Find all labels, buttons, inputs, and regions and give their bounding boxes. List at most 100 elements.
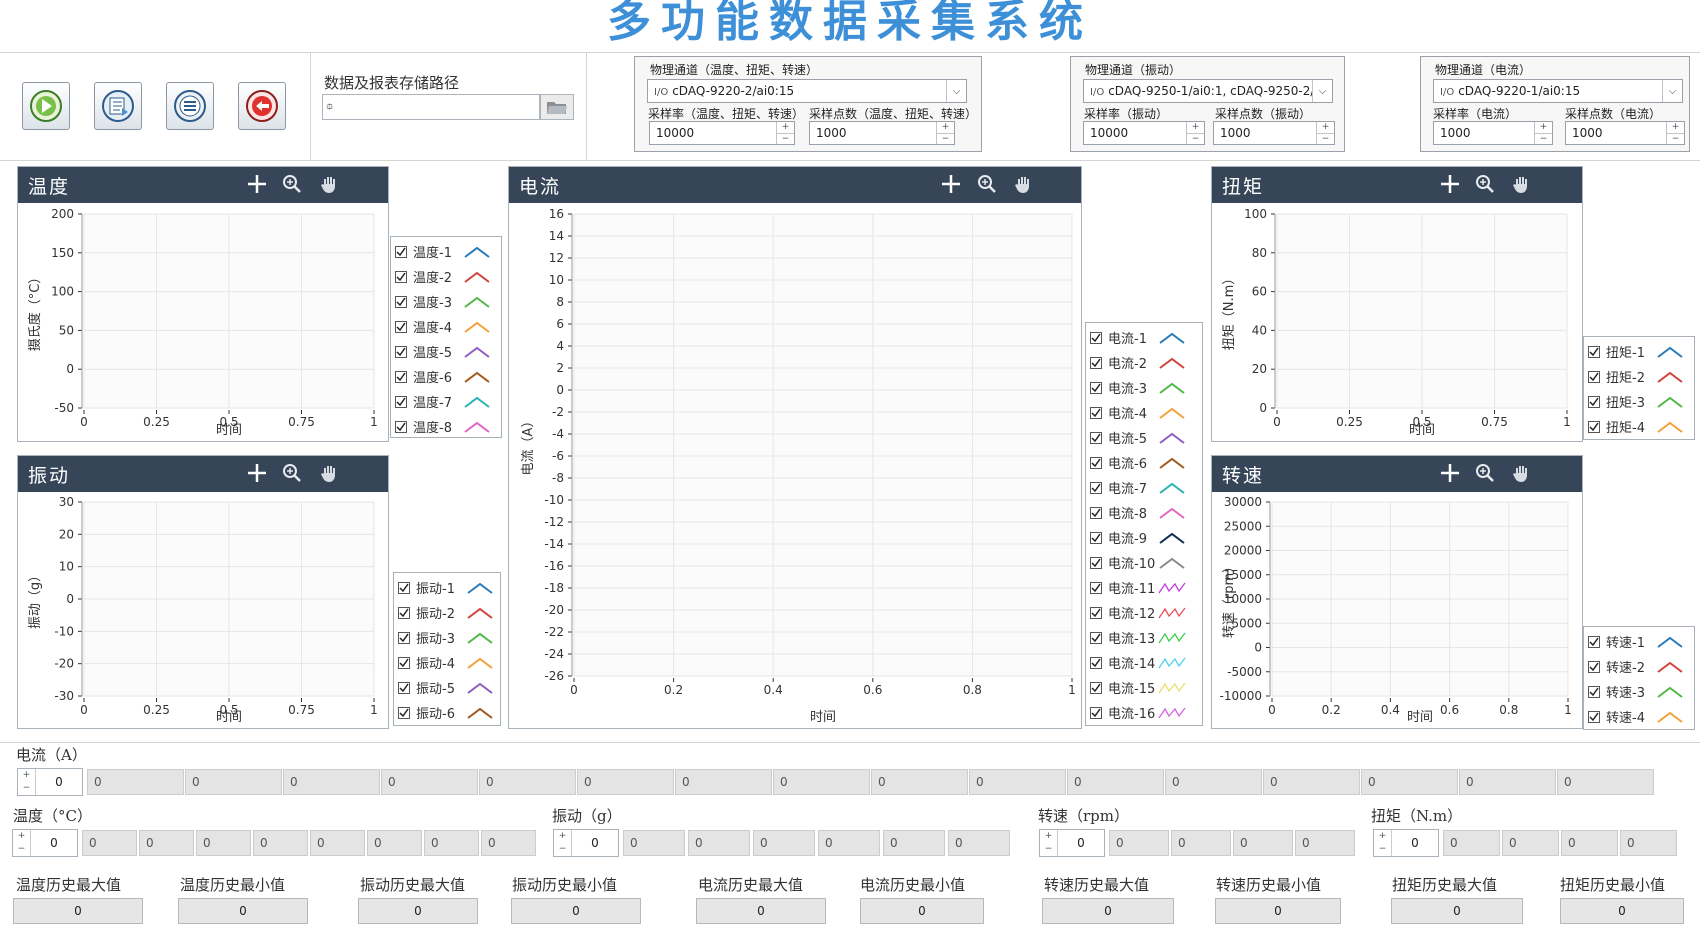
legend-item[interactable]: 温度-3 <box>391 289 501 314</box>
plot-vib[interactable]: 3020100-10-20-300 0.25 0.5 0.75 1时间振动（g） <box>17 455 389 729</box>
list-button[interactable] <box>166 82 214 130</box>
legend-item[interactable]: 扭矩-1 <box>1584 339 1694 364</box>
points-input[interactable]: 1000 + − <box>809 121 955 145</box>
rate-input[interactable]: 10000 + − <box>1083 121 1205 145</box>
legend-item[interactable]: 振动-6 <box>394 700 500 725</box>
checkbox[interactable] <box>1090 456 1102 469</box>
checkbox[interactable] <box>398 631 410 644</box>
plot-cur[interactable]: 1614121086420-2-4-6-8-10-12-14-16-18-20-… <box>508 166 1082 729</box>
checkbox[interactable] <box>398 606 410 619</box>
checkbox[interactable] <box>1090 556 1102 569</box>
channel-select[interactable]: I/O cDAQ-9250-1/ai0:1, cDAQ-9250-2/ ⌵ <box>1083 79 1333 103</box>
decrement-button[interactable]: − <box>1667 132 1684 145</box>
checkbox[interactable] <box>1090 631 1102 644</box>
legend-item[interactable]: 电流-9 <box>1086 525 1202 550</box>
decrement-button[interactable]: − <box>1374 843 1391 856</box>
decrement-button[interactable]: − <box>1187 132 1204 145</box>
legend-item[interactable]: 振动-1 <box>394 575 500 600</box>
array-index[interactable]: + − 0 <box>1039 829 1105 857</box>
checkbox[interactable] <box>1588 710 1600 723</box>
decrement-button[interactable]: − <box>1535 132 1552 145</box>
checkbox[interactable] <box>1090 531 1102 544</box>
legend-item[interactable]: 电流-5 <box>1086 425 1202 450</box>
checkbox[interactable] <box>395 420 407 433</box>
checkbox[interactable] <box>395 270 407 283</box>
array-index[interactable]: + − 0 <box>553 829 619 857</box>
decrement-button[interactable]: − <box>777 132 794 145</box>
increment-button[interactable]: + <box>554 830 571 843</box>
storage-path-input[interactable]: ⯐ <box>322 94 540 120</box>
increment-button[interactable]: + <box>18 769 35 782</box>
legend-item[interactable]: 振动-5 <box>394 675 500 700</box>
legend-item[interactable]: 温度-7 <box>391 389 501 414</box>
channel-select[interactable]: I/O cDAQ-9220-1/ai0:15 ⌵ <box>1433 79 1683 103</box>
checkbox[interactable] <box>1090 506 1102 519</box>
decrement-button[interactable]: − <box>937 132 954 145</box>
decrement-button[interactable]: − <box>1040 843 1057 856</box>
browse-button[interactable] <box>540 94 574 120</box>
checkbox[interactable] <box>395 295 407 308</box>
legend-item[interactable]: 电流-1 <box>1086 325 1202 350</box>
increment-button[interactable]: + <box>1187 122 1204 133</box>
checkbox[interactable] <box>395 345 407 358</box>
legend-item[interactable]: 电流-3 <box>1086 375 1202 400</box>
points-input[interactable]: 1000 + − <box>1213 121 1335 145</box>
legend-item[interactable]: 温度-6 <box>391 364 501 389</box>
points-input[interactable]: 1000 + − <box>1565 121 1685 145</box>
decrement-button[interactable]: − <box>13 843 30 856</box>
legend-item[interactable]: 温度-5 <box>391 339 501 364</box>
decrement-button[interactable]: − <box>1317 132 1334 145</box>
checkbox[interactable] <box>1090 606 1102 619</box>
legend-item[interactable]: 扭矩-4 <box>1584 414 1694 439</box>
increment-button[interactable]: + <box>937 122 954 133</box>
rate-input[interactable]: 1000 + − <box>1433 121 1553 145</box>
checkbox[interactable] <box>1588 370 1600 383</box>
array-index[interactable]: + − 0 <box>17 768 83 796</box>
legend-item[interactable]: 转速-4 <box>1584 704 1694 729</box>
legend-item[interactable]: 温度-2 <box>391 264 501 289</box>
checkbox[interactable] <box>1588 635 1600 648</box>
legend-item[interactable]: 扭矩-3 <box>1584 389 1694 414</box>
checkbox[interactable] <box>398 656 410 669</box>
decrement-button[interactable]: − <box>18 782 35 795</box>
checkbox[interactable] <box>395 320 407 333</box>
checkbox[interactable] <box>398 581 410 594</box>
checkbox[interactable] <box>1090 581 1102 594</box>
increment-button[interactable]: + <box>1374 830 1391 843</box>
legend-item[interactable]: 电流-14 <box>1086 650 1202 675</box>
legend-item[interactable]: 振动-3 <box>394 625 500 650</box>
legend-item[interactable]: 电流-2 <box>1086 350 1202 375</box>
checkbox[interactable] <box>1090 381 1102 394</box>
array-index[interactable]: + − 0 <box>1373 829 1439 857</box>
checkbox[interactable] <box>1090 656 1102 669</box>
checkbox[interactable] <box>1090 681 1102 694</box>
legend-item[interactable]: 转速-1 <box>1584 629 1694 654</box>
checkbox[interactable] <box>1090 331 1102 344</box>
stop-button[interactable] <box>238 82 286 130</box>
report-button[interactable] <box>94 82 142 130</box>
legend-item[interactable]: 电流-11 <box>1086 575 1202 600</box>
checkbox[interactable] <box>398 681 410 694</box>
increment-button[interactable]: + <box>1667 122 1684 133</box>
checkbox[interactable] <box>1588 345 1600 358</box>
checkbox[interactable] <box>1588 660 1600 673</box>
legend-item[interactable]: 温度-4 <box>391 314 501 339</box>
checkbox[interactable] <box>1090 706 1102 719</box>
checkbox[interactable] <box>395 395 407 408</box>
legend-item[interactable]: 转速-3 <box>1584 679 1694 704</box>
checkbox[interactable] <box>1588 395 1600 408</box>
legend-item[interactable]: 转速-2 <box>1584 654 1694 679</box>
chevron-down-icon[interactable]: ⌵ <box>1312 80 1332 102</box>
checkbox[interactable] <box>1090 431 1102 444</box>
legend-item[interactable]: 电流-10 <box>1086 550 1202 575</box>
legend-item[interactable]: 振动-4 <box>394 650 500 675</box>
legend-item[interactable]: 电流-13 <box>1086 625 1202 650</box>
increment-button[interactable]: + <box>1040 830 1057 843</box>
checkbox[interactable] <box>395 245 407 258</box>
legend-item[interactable]: 电流-16 <box>1086 700 1202 725</box>
plot-torque[interactable]: 1008060402000 0.25 0.5 0.75 1时间扭矩（N.m） <box>1211 166 1583 442</box>
checkbox[interactable] <box>1090 481 1102 494</box>
legend-item[interactable]: 电流-6 <box>1086 450 1202 475</box>
channel-select[interactable]: I/O cDAQ-9220-2/ai0:15 ⌵ <box>647 79 967 103</box>
checkbox[interactable] <box>395 370 407 383</box>
